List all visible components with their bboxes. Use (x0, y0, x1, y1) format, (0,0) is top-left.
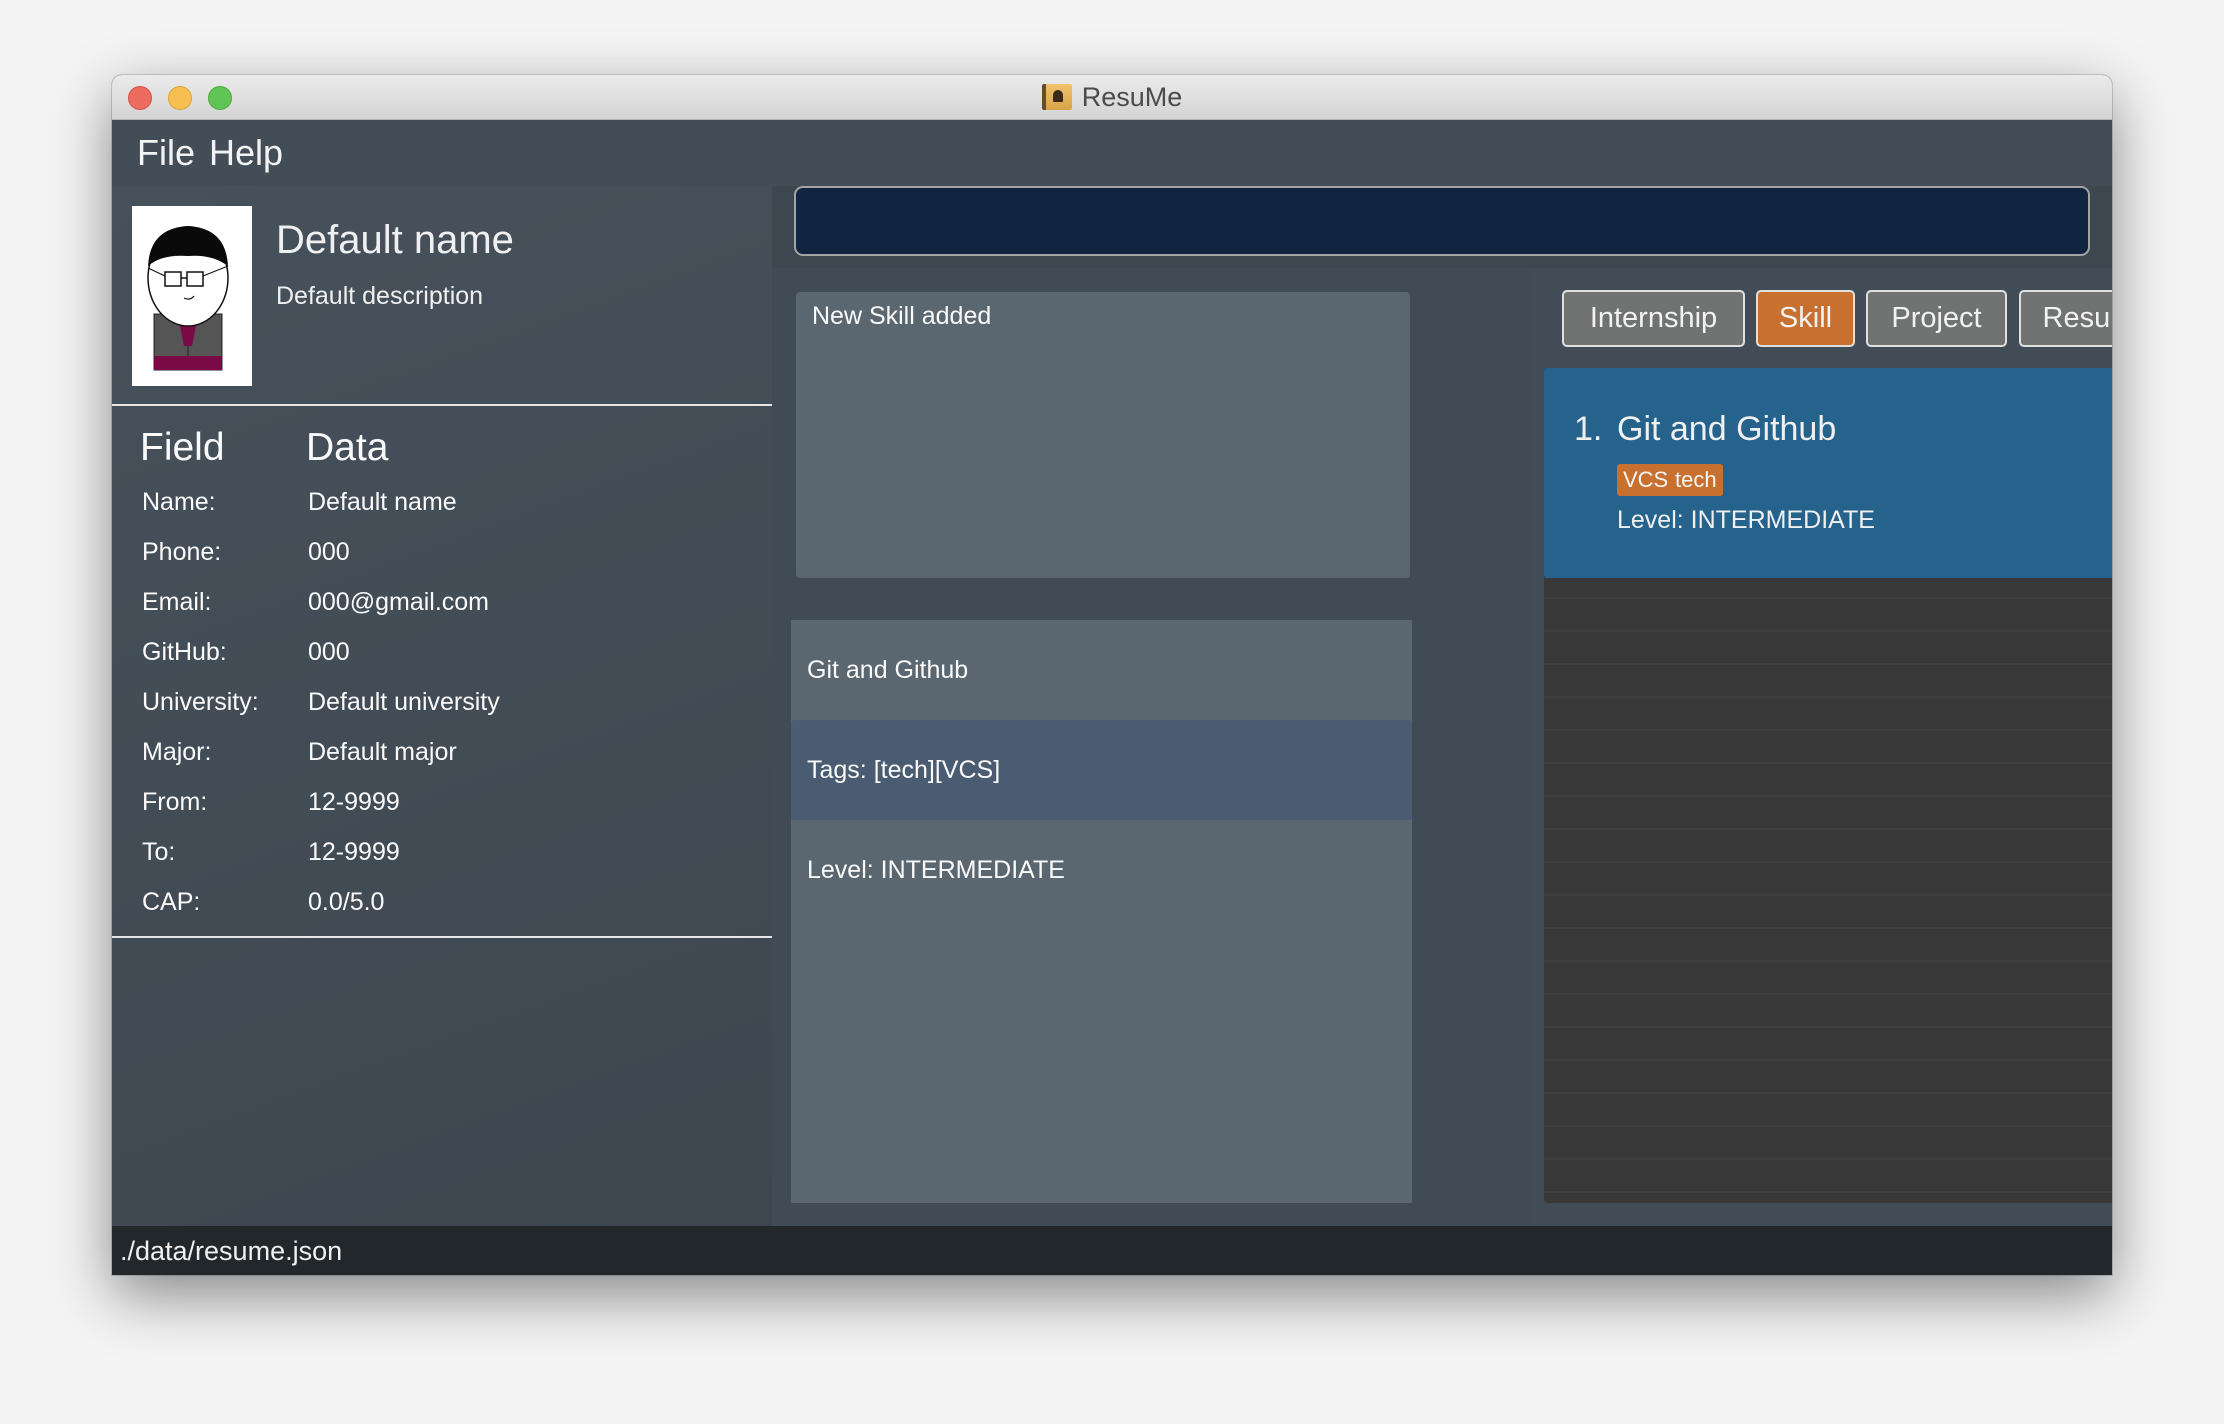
window-title-text: ResuMe (1081, 81, 1183, 112)
data-column-header: Data (306, 426, 389, 469)
result-display: New Skill added (796, 292, 1410, 578)
field-value: 000 (308, 538, 350, 566)
item-title: Git and Github (1617, 410, 1837, 448)
field-row-phone: Phone: 000 (112, 538, 772, 588)
result-detail-panel: New Skill added Git and Github Tags: [te… (772, 268, 1532, 1226)
command-area (772, 186, 2112, 268)
field-row-email: Email: 000@gmail.com (112, 588, 772, 638)
status-bar: ./data/resume.json (112, 1226, 2112, 1275)
tag-badge: tech (1669, 464, 1723, 496)
cartoon-person-icon (147, 226, 229, 371)
menu-bar: File Help (112, 120, 2112, 186)
detail-row-level[interactable]: Level: INTERMEDIATE (791, 820, 1412, 920)
field-label: Major: (142, 738, 212, 766)
skill-list[interactable]: 1. Git and Github VCS tech Level: INTERM… (1544, 368, 2112, 1226)
field-column-header: Field (140, 426, 225, 469)
field-row-to: To: 12-9999 (112, 838, 772, 888)
detail-list[interactable]: Git and Github Tags: [tech][VCS] Level: … (791, 620, 1412, 1203)
field-value: 12-9999 (308, 838, 400, 866)
menu-help[interactable]: Help (209, 132, 283, 174)
app-window: ResuMe File Help Default name Default de… (112, 75, 2112, 1275)
field-row-from: From: 12-9999 (112, 788, 772, 838)
field-value: 000@gmail.com (308, 588, 490, 616)
field-value: Default name (308, 488, 457, 516)
result-message: New Skill added (812, 302, 992, 330)
command-input[interactable] (794, 186, 2090, 256)
field-label: GitHub: (142, 638, 227, 666)
divider (112, 936, 772, 938)
field-label: Name: (142, 488, 216, 516)
field-label: From: (142, 788, 208, 816)
divider (112, 404, 772, 406)
detail-row-title[interactable]: Git and Github (791, 620, 1412, 720)
tab-skill[interactable]: Skill (1756, 290, 1855, 347)
field-value: Default major (308, 738, 457, 766)
item-index: 1. (1574, 410, 1603, 448)
avatar (132, 206, 252, 386)
item-list-panel: Internship Skill Project Resume 1. Git a… (1532, 268, 2112, 1226)
field-label: To: (142, 838, 176, 866)
menu-file[interactable]: File (137, 132, 195, 174)
field-label: CAP: (142, 888, 201, 916)
save-file-path: ./data/resume.json (120, 1236, 343, 1266)
field-label: Phone: (142, 538, 222, 566)
field-row-major: Major: Default major (112, 738, 772, 788)
field-label: Email: (142, 588, 212, 616)
profile-panel: Default name Default description Field D… (112, 186, 772, 1226)
detail-row-tags[interactable]: Tags: [tech][VCS] (791, 720, 1412, 820)
tag-badge: VCS (1617, 464, 1675, 496)
detail-text: Level: INTERMEDIATE (807, 856, 1065, 884)
detail-text: Git and Github (807, 656, 969, 684)
field-row-github: GitHub: 000 (112, 638, 772, 688)
field-row-name: Name: Default name (112, 488, 772, 538)
list-item[interactable]: 1. Git and Github VCS tech Level: INTERM… (1544, 368, 2112, 578)
tab-internship[interactable]: Internship (1562, 290, 1745, 347)
item-level: Level: INTERMEDIATE (1617, 506, 1875, 534)
title-bar: ResuMe (112, 75, 2112, 120)
field-value: 12-9999 (308, 788, 400, 816)
detail-text: Tags: [tech][VCS] (807, 756, 1001, 784)
address-book-icon (1041, 84, 1072, 110)
field-row-university: University: Default university (112, 688, 772, 738)
profile-description: Default description (276, 282, 484, 310)
field-label: University: (142, 688, 259, 716)
profile-name: Default name (276, 218, 514, 262)
field-value: 0.0/5.0 (308, 888, 385, 916)
field-value: 000 (308, 638, 350, 666)
field-value: Default university (308, 688, 500, 716)
tab-resume[interactable]: Resume (2019, 290, 2112, 347)
tab-project[interactable]: Project (1866, 290, 2007, 347)
window-title: ResuMe (112, 75, 2112, 119)
field-row-cap: CAP: 0.0/5.0 (112, 888, 772, 938)
